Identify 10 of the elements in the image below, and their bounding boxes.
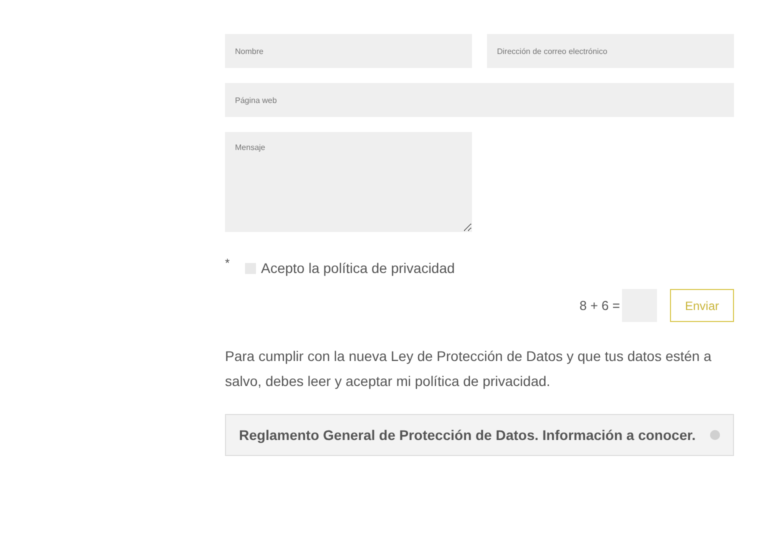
website-field[interactable]: Página web bbox=[225, 83, 734, 117]
captcha-question: 8 + 6 = bbox=[580, 296, 620, 315]
privacy-label: Acepto la política de privacidad bbox=[261, 259, 455, 278]
accordion-header[interactable]: Reglamento General de Protección de Datos. Información a conocer. bbox=[225, 414, 734, 456]
message-field[interactable]: Mensaje bbox=[225, 132, 472, 232]
email-field[interactable]: Dirección de correo electrónico bbox=[487, 34, 734, 68]
privacy-notice: Para cumplir con la nueva Ley de Protección de Datos y que tus datos estén a salvo, debes leer y aceptar mi política de privacidad. bbox=[225, 347, 712, 391]
name-field[interactable]: Nombre bbox=[225, 34, 472, 68]
required-mark: * bbox=[225, 255, 231, 272]
accordion-title: Reglamento General de Protección de Datos. Información a conocer. bbox=[239, 426, 696, 445]
